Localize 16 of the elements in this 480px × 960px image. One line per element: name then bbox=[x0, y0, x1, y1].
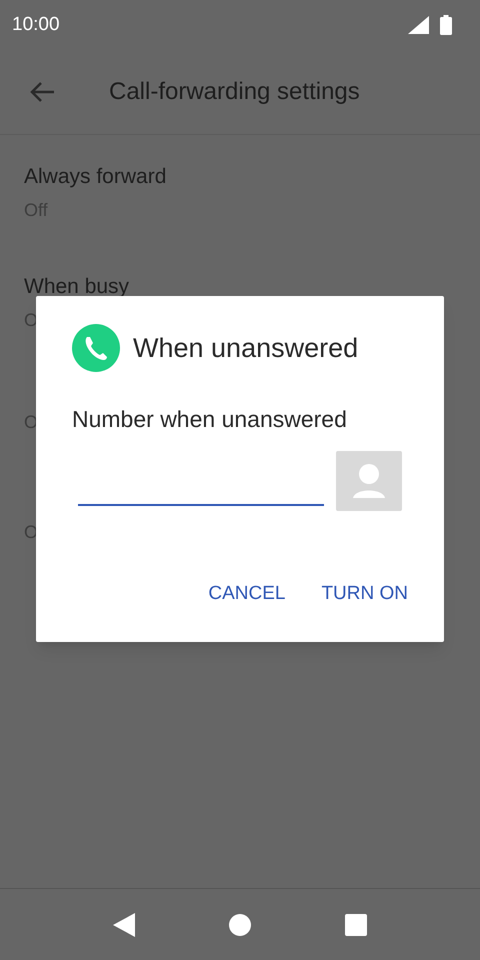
battery-icon bbox=[440, 15, 452, 35]
phone-icon bbox=[72, 324, 120, 372]
recents-nav-icon[interactable] bbox=[345, 914, 367, 936]
field-label: Number when unanswered bbox=[72, 405, 347, 434]
back-nav-icon[interactable] bbox=[113, 912, 135, 936]
person-icon bbox=[353, 464, 385, 498]
back-arrow-icon[interactable] bbox=[29, 81, 55, 103]
screen-title: Call-forwarding settings bbox=[109, 77, 360, 107]
home-nav-icon[interactable] bbox=[229, 914, 251, 936]
turn-on-button[interactable]: TURN ON bbox=[309, 572, 420, 616]
cancel-button[interactable]: CANCEL bbox=[196, 572, 298, 616]
dialog-title: When unanswered bbox=[133, 332, 358, 365]
signal-icon bbox=[408, 16, 430, 34]
status-time: 10:00 bbox=[12, 12, 60, 37]
setting-title: When busy bbox=[24, 274, 130, 300]
setting-title: Always forward bbox=[24, 164, 166, 190]
